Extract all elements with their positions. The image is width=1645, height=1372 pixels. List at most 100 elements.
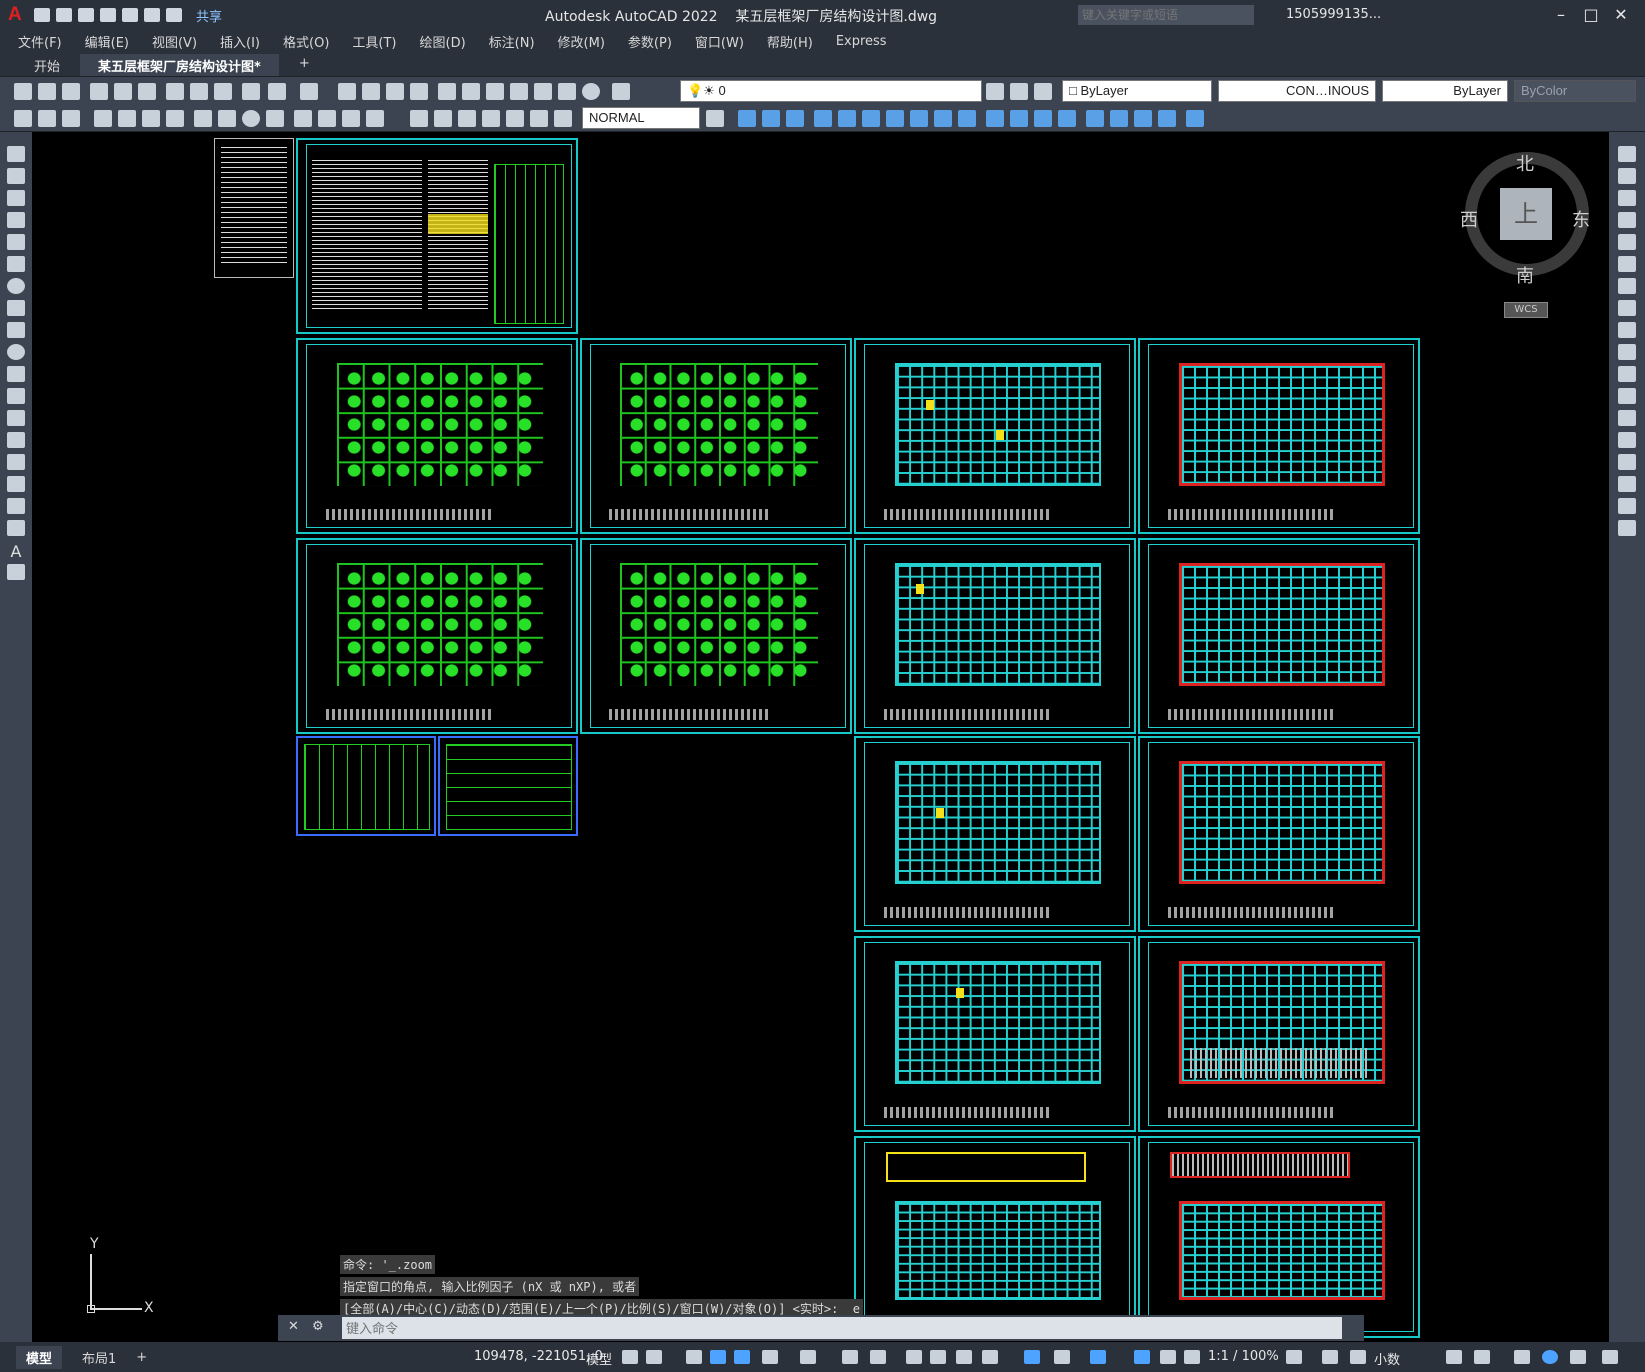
modify-tool-icon[interactable]: [958, 110, 976, 127]
break-icon[interactable]: [1618, 410, 1636, 426]
rotate-icon[interactable]: [1618, 278, 1636, 294]
jogged-dimension-icon[interactable]: [218, 110, 236, 127]
add-layout-button[interactable]: +: [126, 1348, 157, 1367]
calculator-icon[interactable]: [558, 83, 576, 100]
lock-ui-icon[interactable]: [1474, 1350, 1490, 1364]
grid-icon[interactable]: [622, 1350, 638, 1364]
dynamic-input-icon[interactable]: [710, 1350, 726, 1364]
scale-icon[interactable]: [1618, 300, 1636, 316]
paste-icon[interactable]: [214, 83, 232, 100]
hatch-icon[interactable]: [7, 454, 25, 470]
plotstyle-dropdown[interactable]: ByColor: [1514, 80, 1636, 102]
maximize-icon[interactable]: □: [1580, 4, 1602, 26]
copy-icon[interactable]: [1618, 168, 1636, 184]
modify-tool-icon[interactable]: [762, 110, 780, 127]
menu-modify[interactable]: 修改(M): [558, 32, 605, 51]
clean-screen-icon[interactable]: [1570, 1350, 1586, 1364]
sheet-set-icon[interactable]: [510, 83, 528, 100]
mirror-icon[interactable]: [1618, 190, 1636, 206]
fillet-icon[interactable]: [1618, 476, 1636, 492]
tab-drawing[interactable]: 某五层框架厂房结构设计图*: [80, 54, 279, 76]
revision-cloud-icon[interactable]: [7, 300, 25, 316]
plot-icon[interactable]: [90, 83, 108, 100]
autocad-logo[interactable]: A: [8, 5, 28, 25]
chamfer-icon[interactable]: [1618, 454, 1636, 470]
lineweight-dropdown[interactable]: ByLayer: [1382, 80, 1508, 102]
3d-osnap-icon[interactable]: [982, 1350, 998, 1364]
redo-icon[interactable]: [166, 8, 182, 22]
diameter-dimension-icon[interactable]: [242, 110, 260, 127]
jogged-linear-icon[interactable]: [482, 110, 500, 127]
construction-line-icon[interactable]: [7, 168, 25, 184]
layer-dropdown[interactable]: 💡☀ 0: [680, 80, 982, 102]
user-account[interactable]: 1505999135...: [1286, 7, 1381, 22]
coordinate-readout[interactable]: 109478, -221051, 0: [474, 1349, 603, 1364]
offset-icon[interactable]: [1618, 212, 1636, 228]
menu-window[interactable]: 窗口(W): [695, 32, 744, 51]
table-icon[interactable]: [7, 520, 25, 536]
dynamic-ucs-icon[interactable]: [1024, 1350, 1040, 1364]
region-icon[interactable]: [7, 498, 25, 514]
transparency-icon[interactable]: [930, 1350, 946, 1364]
zoom-window-icon[interactable]: [386, 83, 404, 100]
annotation-monitor-icon[interactable]: [1322, 1350, 1338, 1364]
polygon-icon[interactable]: [7, 212, 25, 228]
spline-icon[interactable]: [7, 322, 25, 338]
infer-constraints-icon[interactable]: [686, 1350, 702, 1364]
search-input[interactable]: [1078, 5, 1254, 25]
zoom-realtime-icon[interactable]: [362, 83, 380, 100]
angular-dimension-icon[interactable]: [266, 110, 284, 127]
isolate-objects-icon[interactable]: [1514, 1350, 1530, 1364]
new-icon[interactable]: [34, 8, 50, 22]
annotation-scale-value[interactable]: 1:1 / 100%: [1208, 1349, 1279, 1364]
menu-tools[interactable]: 工具(T): [352, 32, 396, 51]
modify-tool-icon[interactable]: [1186, 110, 1204, 127]
dimension-edit-icon[interactable]: [506, 110, 524, 127]
rectangle-icon[interactable]: [7, 234, 25, 250]
viewcube-top-face[interactable]: 上: [1500, 188, 1552, 240]
compass-north[interactable]: 北: [1516, 150, 1534, 176]
make-current-layer-icon[interactable]: [986, 83, 1004, 100]
customize-icon[interactable]: ⚙: [312, 1319, 324, 1334]
tab-model[interactable]: 模型: [16, 1345, 63, 1369]
minimize-icon[interactable]: –: [1550, 4, 1572, 26]
lineweight-icon[interactable]: [906, 1350, 922, 1364]
linear-dimension-icon[interactable]: [94, 110, 112, 127]
graphics-performance-icon[interactable]: [1542, 1350, 1558, 1364]
menu-express[interactable]: Express: [836, 34, 887, 49]
open-icon[interactable]: [56, 8, 72, 22]
annotation-visibility-icon[interactable]: [1134, 1350, 1150, 1364]
add-selected-icon[interactable]: [7, 564, 25, 580]
menu-parametric[interactable]: 参数(P): [628, 32, 672, 51]
arc-icon[interactable]: [7, 256, 25, 272]
preview-icon[interactable]: [114, 83, 132, 100]
dimension-text-edit-icon[interactable]: [530, 110, 548, 127]
modify-tool-icon[interactable]: [738, 110, 756, 127]
explode-icon[interactable]: [1618, 520, 1636, 536]
dimension-update-icon[interactable]: [554, 110, 572, 127]
units-icon[interactable]: [1350, 1350, 1366, 1364]
object-snap-tracking-icon[interactable]: [842, 1350, 858, 1364]
close-icon[interactable]: ✕: [1610, 4, 1632, 26]
layer-states-icon[interactable]: [1034, 83, 1052, 100]
tool-icon[interactable]: [62, 110, 80, 127]
modify-tool-icon[interactable]: [986, 110, 1004, 127]
menu-dimension[interactable]: 标注(N): [489, 32, 535, 51]
radius-dimension-icon[interactable]: [194, 110, 212, 127]
join-icon[interactable]: [1618, 432, 1636, 448]
tool-palettes-icon[interactable]: [486, 83, 504, 100]
object-snap-icon[interactable]: [870, 1350, 886, 1364]
modify-tool-icon[interactable]: [910, 110, 928, 127]
break-at-point-icon[interactable]: [1618, 388, 1636, 404]
menu-view[interactable]: 视图(V): [152, 32, 197, 51]
command-input[interactable]: [342, 1317, 1342, 1339]
selection-filter-icon[interactable]: [1054, 1350, 1070, 1364]
modify-tool-icon[interactable]: [1058, 110, 1076, 127]
selection-cycling-icon[interactable]: [956, 1350, 972, 1364]
modify-tool-icon[interactable]: [838, 110, 856, 127]
properties-icon[interactable]: [438, 83, 456, 100]
quick-properties-icon[interactable]: [1446, 1350, 1462, 1364]
isometric-icon[interactable]: [800, 1350, 816, 1364]
model-space-toggle[interactable]: 模型: [586, 1349, 612, 1368]
redo-icon[interactable]: [300, 83, 318, 100]
